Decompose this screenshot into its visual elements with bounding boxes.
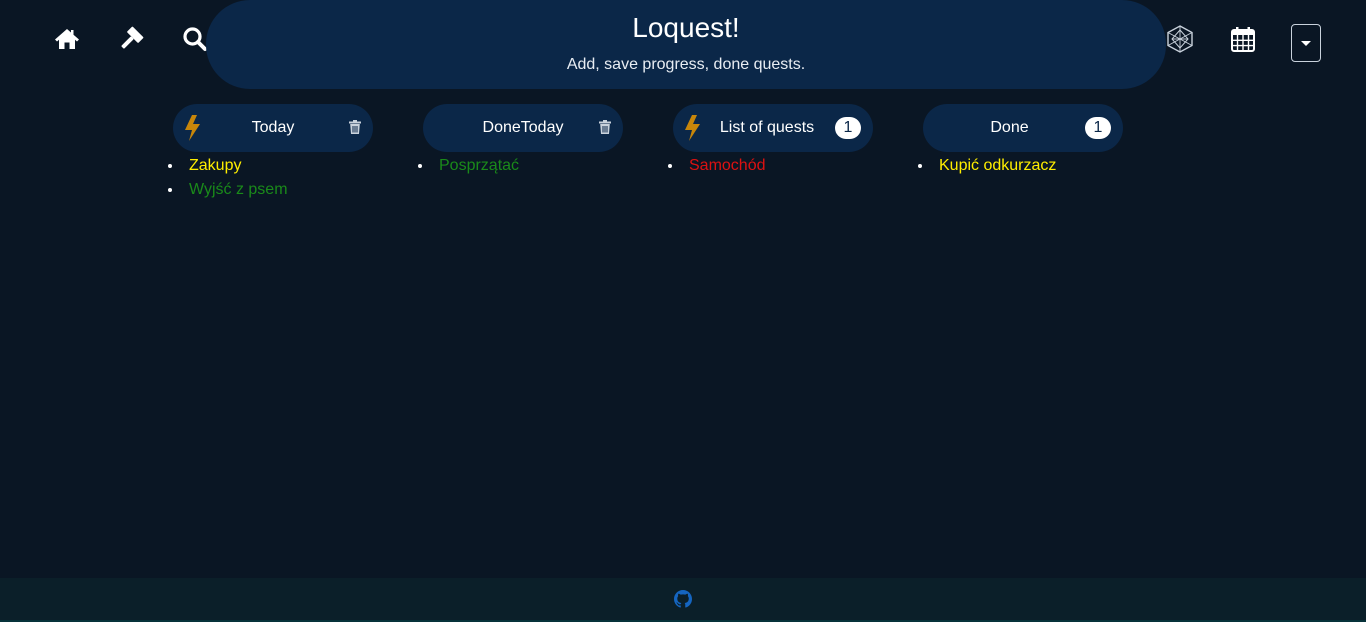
header-banner: Loquest! Add, save progress, done quests… xyxy=(206,0,1166,89)
column-header-donetoday[interactable]: DoneToday xyxy=(423,104,623,152)
quest-text: Zakupy xyxy=(189,157,242,174)
hammer-button[interactable] xyxy=(116,24,146,54)
column-header-done[interactable]: Done 1 xyxy=(923,104,1123,152)
quest-item[interactable]: Posprzątać xyxy=(418,154,648,178)
quest-item[interactable]: Zakupy xyxy=(168,154,398,178)
calendar-button[interactable] xyxy=(1228,24,1258,54)
column-header-today[interactable]: Today xyxy=(173,104,373,152)
trash-icon[interactable] xyxy=(349,120,361,134)
quest-list: Posprzątać xyxy=(418,154,648,178)
column-list-of-quests: List of quests 1 Samochód xyxy=(673,104,903,178)
count-badge: 1 xyxy=(1085,117,1111,139)
hammer-icon xyxy=(121,26,144,49)
quest-text: Wyjść z psem xyxy=(189,181,288,198)
column-header-list-of-quests[interactable]: List of quests 1 xyxy=(673,104,873,152)
trash-icon[interactable] xyxy=(599,120,611,134)
column-today: Today Zakupy Wyjść z psem xyxy=(173,104,403,202)
column-donetoday: DoneToday Posprzątać xyxy=(423,104,653,178)
caret-down-icon xyxy=(1301,40,1311,46)
column-title: DoneToday xyxy=(482,119,564,136)
column-title: Today xyxy=(251,119,295,136)
quest-list: Samochód xyxy=(668,154,898,178)
app-title: Loquest! xyxy=(632,12,740,43)
quest-text: Posprzątać xyxy=(439,157,520,174)
column-done: Done 1 Kupić odkurzacz xyxy=(923,104,1153,178)
graph-icon xyxy=(1167,25,1193,53)
search-icon xyxy=(183,27,207,51)
quest-item[interactable]: Wyjść z psem xyxy=(168,178,398,202)
quest-list: Zakupy Wyjść z psem xyxy=(168,154,398,202)
home-button[interactable] xyxy=(52,24,82,54)
quest-text: Samochód xyxy=(689,157,766,174)
footer xyxy=(0,578,1366,622)
graph-button[interactable] xyxy=(1165,24,1195,54)
quest-item[interactable]: Kupić odkurzacz xyxy=(918,154,1148,178)
quest-text: Kupić odkurzacz xyxy=(939,157,1057,174)
quest-list: Kupić odkurzacz xyxy=(918,154,1148,178)
calendar-icon xyxy=(1231,27,1255,52)
quest-item[interactable]: Samochód xyxy=(668,154,898,178)
home-icon xyxy=(55,29,79,49)
app-subtitle: Add, save progress, done quests. xyxy=(566,56,806,73)
github-icon[interactable] xyxy=(674,590,692,608)
dropdown-toggle-button[interactable] xyxy=(1291,24,1321,62)
count-badge: 1 xyxy=(835,117,861,139)
